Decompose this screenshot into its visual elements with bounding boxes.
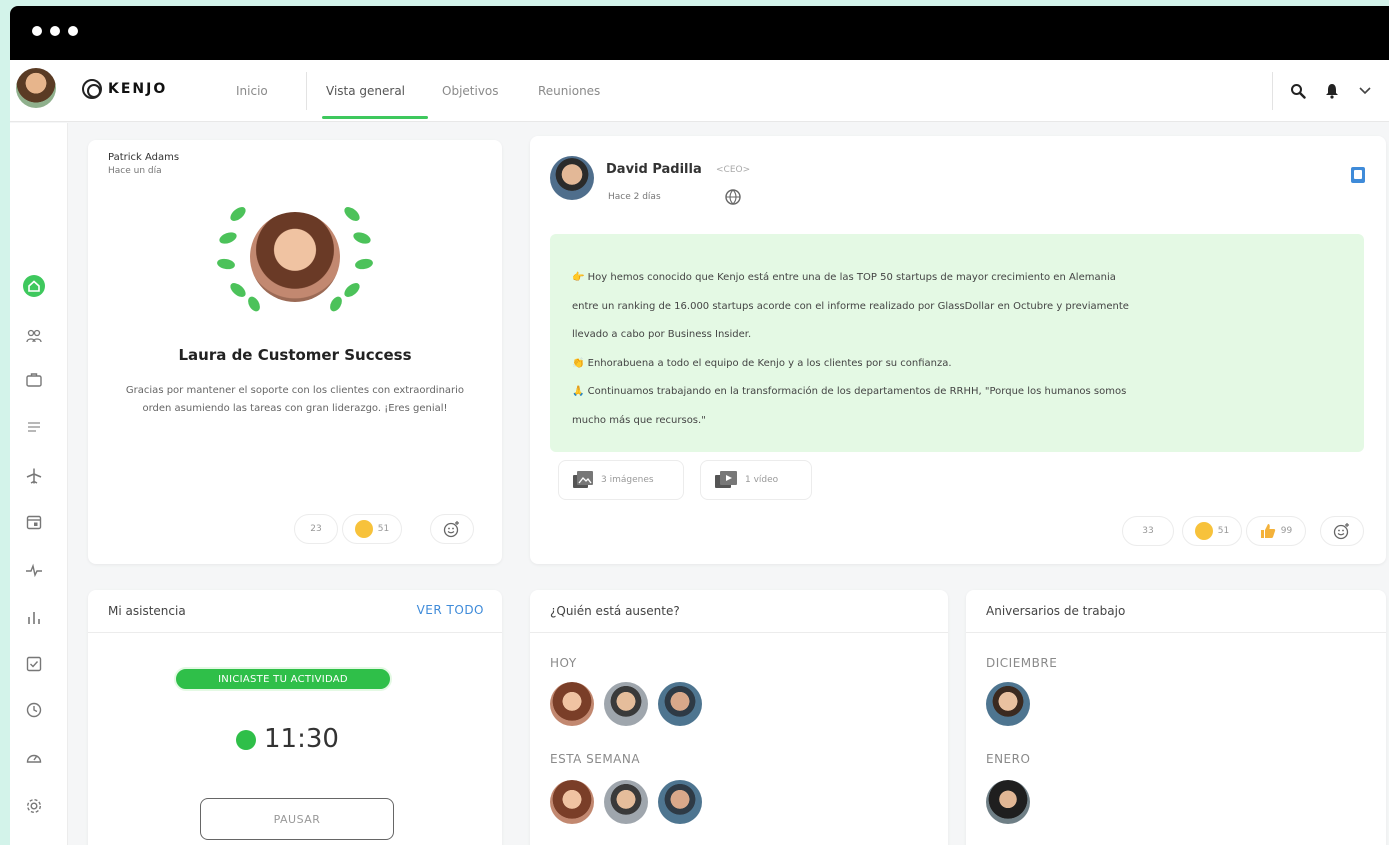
- bell-icon[interactable]: [1323, 82, 1341, 100]
- bookmark-icon[interactable]: [1350, 166, 1366, 184]
- add-emoji-icon: [1333, 523, 1349, 540]
- window-dot: [68, 26, 78, 36]
- image-gallery-icon: [573, 471, 593, 488]
- pause-button[interactable]: PAUSAR: [200, 798, 394, 840]
- month-label: DICIEMBRE: [986, 656, 1058, 670]
- video-attachment[interactable]: 1 vídeo: [700, 460, 812, 500]
- plane-icon[interactable]: [23, 465, 45, 487]
- anniversary-avatar[interactable]: [986, 780, 1030, 824]
- gauge-icon[interactable]: [23, 747, 45, 769]
- this-week-label: ESTA SEMANA: [550, 752, 641, 766]
- kudos-title: Laura de Customer Success: [178, 346, 412, 364]
- author-avatar: [550, 156, 594, 200]
- absent-avatar[interactable]: [604, 780, 648, 824]
- post-line: 👉 Hoy hemos conocido que Kenjo está entr…: [572, 272, 1116, 283]
- kudos-message: Gracias por mantener el soporte con los …: [125, 385, 465, 414]
- today-label: HOY: [550, 656, 577, 670]
- people-icon[interactable]: [23, 325, 45, 347]
- globe-icon: [725, 189, 741, 205]
- post-card: David Padilla <CEO> Hace 2 días 👉 Hoy he…: [530, 136, 1386, 564]
- window-dot: [32, 26, 42, 36]
- absent-avatar[interactable]: [550, 780, 594, 824]
- home-icon[interactable]: [23, 275, 45, 297]
- card-divider: [88, 632, 502, 633]
- anniversaries-title: Aniversarios de trabajo: [986, 604, 1126, 618]
- reaction-count[interactable]: 33: [1122, 516, 1174, 546]
- like-reaction[interactable]: 99: [1246, 516, 1306, 546]
- chevron-down-icon[interactable]: [1356, 82, 1374, 100]
- post-line: mucho más que recursos.": [572, 414, 706, 426]
- smile-emoji-icon: [1194, 522, 1213, 540]
- video-icon: [715, 471, 737, 488]
- kudos-recipient-avatar: [250, 212, 340, 302]
- window-dot: [50, 26, 60, 36]
- absent-avatar[interactable]: [658, 780, 702, 824]
- attendance-title: Mi asistencia: [108, 604, 186, 618]
- kudos-author: Patrick Adams: [108, 152, 180, 163]
- pulse-icon[interactable]: [23, 559, 45, 581]
- month-label: ENERO: [986, 752, 1031, 766]
- post-body: 👉 Hoy hemos conocido que Kenjo está entr…: [550, 234, 1364, 452]
- absent-avatar[interactable]: [604, 682, 648, 726]
- nav-objetivos[interactable]: Objetivos: [442, 84, 499, 98]
- chart-icon[interactable]: [23, 607, 45, 629]
- clock-icon[interactable]: [23, 699, 45, 721]
- gear-icon[interactable]: [23, 795, 45, 817]
- attendance-card: Mi asistencia VER TODO INICIASTE TU ACTI…: [88, 590, 502, 845]
- post-author: David Padilla: [606, 162, 702, 177]
- kudos-time: Hace un día: [108, 166, 162, 176]
- add-reaction-button[interactable]: [430, 514, 474, 544]
- smile-emoji-icon: [354, 520, 373, 538]
- post-line: 🙏 Continuamos trabajando en la transform…: [572, 386, 1127, 397]
- app-window: KENJO Inicio Vista general Objetivos Reu…: [10, 6, 1389, 845]
- absences-title: ¿Quién está ausente?: [550, 604, 680, 618]
- search-icon[interactable]: [1289, 82, 1307, 100]
- post-author-role: <CEO>: [716, 165, 751, 175]
- active-indicator-icon: [236, 730, 256, 750]
- view-all-link[interactable]: VER TODO: [417, 603, 484, 617]
- brand-name: KENJO: [108, 81, 168, 97]
- user-avatar[interactable]: [16, 68, 56, 108]
- kenjo-logo-icon: [82, 79, 102, 99]
- attendance-time: 11:30: [264, 724, 339, 754]
- absent-avatar[interactable]: [550, 682, 594, 726]
- document-icon[interactable]: [23, 417, 45, 439]
- nav-inicio[interactable]: Inicio: [236, 84, 268, 98]
- post-line: 👏 Enhorabuena a todo el equipo de Kenjo …: [572, 357, 952, 369]
- add-emoji-icon: [443, 521, 459, 538]
- images-attachment[interactable]: 3 imágenes: [558, 460, 684, 500]
- thumbs-up-icon: [1260, 524, 1275, 538]
- activity-status-badge: INICIASTE TU ACTIVIDAD: [174, 667, 392, 691]
- title-bar: [10, 6, 1389, 60]
- post-time: Hace 2 días: [608, 192, 661, 202]
- post-line: entre un ranking de 16.000 startups acor…: [572, 300, 1129, 312]
- checkbox-icon[interactable]: [23, 653, 45, 675]
- calendar-icon[interactable]: [23, 511, 45, 533]
- kudos-card: Patrick Adams Hace un día Laura de Custo…: [88, 140, 502, 564]
- add-reaction-button[interactable]: [1320, 516, 1364, 546]
- nav-vista-general[interactable]: Vista general: [326, 84, 405, 98]
- smile-reaction[interactable]: 51: [1182, 516, 1242, 546]
- anniversaries-card: Aniversarios de trabajo DICIEMBRE ENERO: [966, 590, 1386, 845]
- briefcase-icon[interactable]: [23, 369, 45, 391]
- post-line: llevado a cabo por Business Insider.: [572, 329, 752, 340]
- absences-card: ¿Quién está ausente? HOY ESTA SEMANA: [530, 590, 948, 845]
- nav-reuniones[interactable]: Reuniones: [538, 84, 600, 98]
- sidebar: [10, 123, 68, 845]
- active-tab-indicator: [322, 116, 428, 119]
- card-divider: [966, 632, 1386, 633]
- reaction-count[interactable]: 23: [294, 514, 338, 544]
- nav-divider: [306, 72, 307, 110]
- smile-reaction[interactable]: 51: [342, 514, 402, 544]
- absent-avatar[interactable]: [658, 682, 702, 726]
- kenjo-logo[interactable]: KENJO: [82, 78, 167, 100]
- top-navigation: KENJO Inicio Vista general Objetivos Reu…: [10, 60, 1389, 122]
- nav-divider: [1272, 72, 1273, 110]
- card-divider: [530, 632, 948, 633]
- anniversary-avatar[interactable]: [986, 682, 1030, 726]
